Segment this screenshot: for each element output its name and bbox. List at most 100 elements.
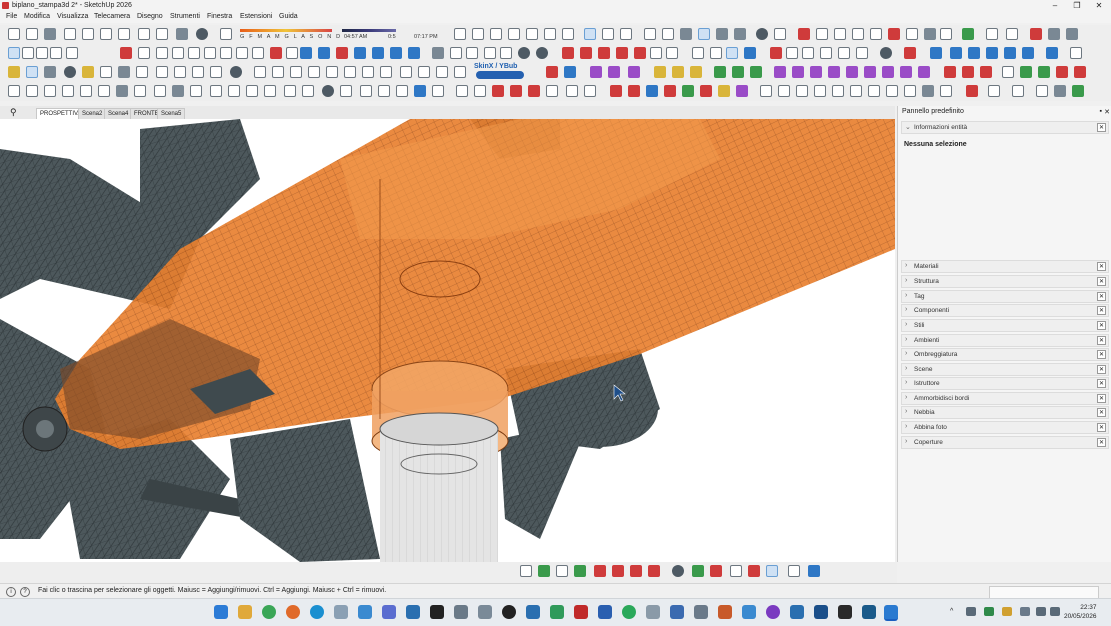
bezier-4-icon[interactable]: [828, 66, 840, 78]
arc-2-icon[interactable]: [236, 47, 248, 59]
app-17-icon[interactable]: [766, 605, 780, 619]
solid-union-icon[interactable]: [372, 47, 384, 59]
previous-view-icon[interactable]: [888, 28, 900, 40]
guide-icon[interactable]: [650, 47, 662, 59]
stairs-6-icon[interactable]: [850, 85, 862, 97]
cube-3-icon[interactable]: [690, 66, 702, 78]
grid-icon[interactable]: [118, 66, 130, 78]
mesh-2-icon[interactable]: [378, 85, 390, 97]
bottom-tool-12-icon[interactable]: [730, 565, 742, 577]
app-18-icon[interactable]: [790, 605, 804, 619]
sandbox-scratch-icon[interactable]: [710, 47, 722, 59]
geo-location-icon[interactable]: [1006, 28, 1018, 40]
bezier-3-icon[interactable]: [810, 66, 822, 78]
hex-4-icon[interactable]: [264, 85, 276, 97]
tool-a-icon[interactable]: [820, 47, 832, 59]
section-close-icon[interactable]: ✕: [1097, 262, 1106, 271]
model-viewport[interactable]: [0, 119, 895, 562]
wrench-icon[interactable]: [1038, 66, 1050, 78]
settings-2-icon[interactable]: [26, 85, 38, 97]
shaded-icon[interactable]: [662, 28, 674, 40]
tool-b-icon[interactable]: [838, 47, 850, 59]
info-status-icon[interactable]: ?: [20, 587, 30, 597]
chrome-icon[interactable]: [262, 605, 276, 619]
tool-n-icon[interactable]: [966, 85, 978, 97]
house-6-icon[interactable]: [700, 85, 712, 97]
cart-icon[interactable]: [210, 66, 222, 78]
square-2-icon[interactable]: [750, 66, 762, 78]
bezier-9-icon[interactable]: [918, 66, 930, 78]
shape-12-icon[interactable]: [454, 66, 466, 78]
app-19-icon[interactable]: [814, 605, 828, 619]
bottom-tool-10-icon[interactable]: [692, 565, 704, 577]
arc-icon[interactable]: [220, 47, 232, 59]
tool-j-icon[interactable]: [1004, 47, 1016, 59]
sphere-icon[interactable]: [44, 85, 56, 97]
menu-guida[interactable]: Guida: [279, 13, 298, 20]
walk-2-icon[interactable]: [940, 28, 952, 40]
bottom-tool-2-icon[interactable]: [538, 565, 550, 577]
arrow-icon[interactable]: [714, 66, 726, 78]
bottom-tool-4-icon[interactable]: [574, 565, 586, 577]
xray-icon[interactable]: [584, 28, 596, 40]
bezier-5-icon[interactable]: [846, 66, 858, 78]
tray-chevron-icon[interactable]: ^: [950, 608, 953, 615]
app-10-icon[interactable]: [550, 605, 564, 619]
tool-h-icon[interactable]: [968, 47, 980, 59]
stairs-10-icon[interactable]: [922, 85, 934, 97]
tool-r-icon[interactable]: [1054, 85, 1066, 97]
front-view-icon[interactable]: [490, 28, 502, 40]
tray-app-1-icon[interactable]: [966, 607, 976, 616]
geo-location-status-icon[interactable]: i: [6, 587, 16, 597]
bezier-12-icon[interactable]: [980, 66, 992, 78]
bezier-11-icon[interactable]: [962, 66, 974, 78]
move-icon[interactable]: [318, 47, 330, 59]
line-tool-icon[interactable]: [120, 47, 132, 59]
hex-2-icon[interactable]: [228, 85, 240, 97]
sketchup-taskbar-icon[interactable]: [884, 605, 898, 621]
box-7-icon[interactable]: [566, 85, 578, 97]
group-icon[interactable]: [26, 66, 38, 78]
help-icon[interactable]: [518, 47, 530, 59]
tab-scena5[interactable]: Scena5: [157, 108, 186, 119]
export-icon[interactable]: [484, 47, 496, 59]
section-materiali[interactable]: › Materiali ✕: [901, 260, 1109, 273]
bottom-tool-9-icon[interactable]: [672, 565, 684, 577]
paste-icon[interactable]: [100, 28, 112, 40]
mesh-3-icon[interactable]: [396, 85, 408, 97]
tool-g-icon[interactable]: [950, 47, 962, 59]
gear-icon[interactable]: [156, 66, 168, 78]
bezier-13-icon[interactable]: [1002, 66, 1014, 78]
bezier-14-icon[interactable]: [1020, 66, 1032, 78]
3d-text-icon[interactable]: [634, 47, 646, 59]
section-entity-info[interactable]: ⌄ Informazioni entità ✕: [901, 121, 1109, 134]
section-componenti[interactable]: › Componenti ✕: [901, 304, 1109, 317]
edge-icon[interactable]: [310, 605, 324, 619]
section-close-icon[interactable]: ✕: [1097, 394, 1106, 403]
section-scene[interactable]: › Scene ✕: [901, 363, 1109, 376]
bend-3-icon[interactable]: [190, 85, 202, 97]
section-plane-icon[interactable]: [798, 28, 810, 40]
guide-2-icon[interactable]: [666, 47, 678, 59]
section-close-icon[interactable]: ✕: [1097, 408, 1106, 417]
wifi-icon[interactable]: [1036, 607, 1046, 616]
component-icon[interactable]: [8, 66, 20, 78]
mesh-1-icon[interactable]: [360, 85, 372, 97]
menu-file[interactable]: File: [6, 13, 17, 20]
shadow-settings[interactable]: G F M A M G L A S O N D 04:57 AM 0:5 07:…: [240, 29, 440, 45]
app-4-icon[interactable]: [406, 605, 420, 619]
freehand-icon[interactable]: [138, 47, 150, 59]
drape-icon[interactable]: [770, 47, 782, 59]
zoom-icon[interactable]: [834, 28, 846, 40]
bottom-tool-3-icon[interactable]: [556, 565, 568, 577]
bend-2-icon[interactable]: [172, 85, 184, 97]
look-around-icon[interactable]: [924, 28, 936, 40]
bottom-tool-13-icon[interactable]: [748, 565, 760, 577]
shape-2-icon[interactable]: [272, 66, 284, 78]
box-6-icon[interactable]: [546, 85, 558, 97]
minimize-button[interactable]: –: [1044, 0, 1066, 12]
add-2-icon[interactable]: [322, 85, 334, 97]
shape-6-icon[interactable]: [344, 66, 356, 78]
section-close-icon[interactable]: ✕: [1097, 321, 1106, 330]
paint-icon[interactable]: [432, 47, 444, 59]
